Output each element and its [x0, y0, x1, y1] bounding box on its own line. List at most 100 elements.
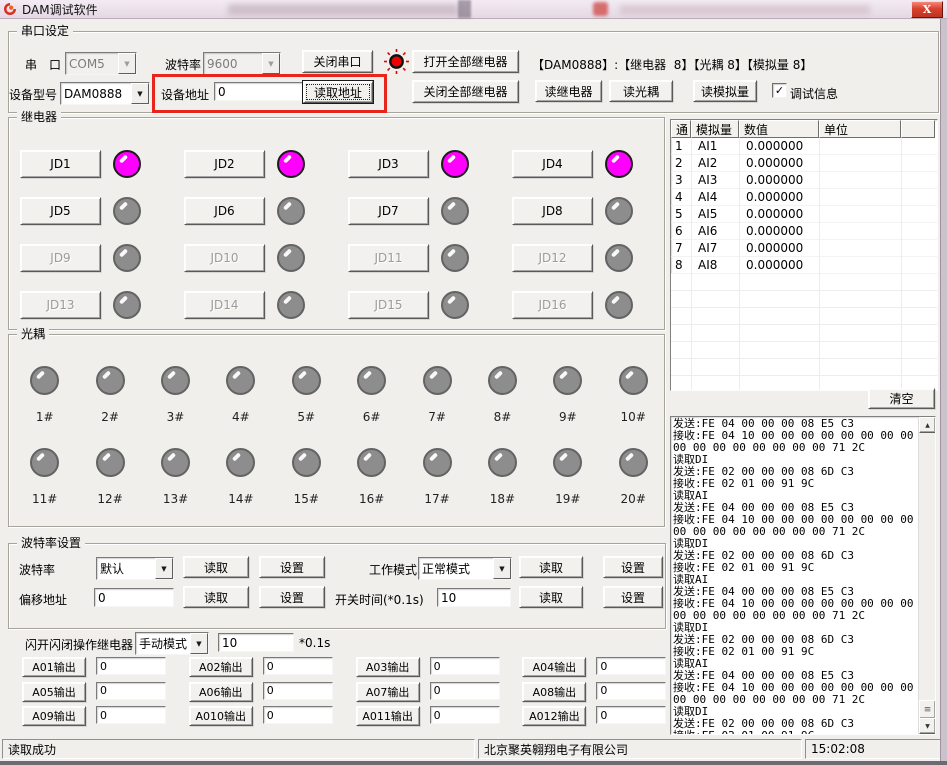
- analog-output-button[interactable]: A01输出: [22, 657, 86, 677]
- cell-value: 0.000000: [739, 173, 819, 187]
- log-scrollbar[interactable]: ▲ ≡ ▼: [918, 417, 935, 734]
- analog-output-input[interactable]: [596, 706, 666, 724]
- analog-output-button[interactable]: A012输出: [522, 706, 586, 726]
- baud-setting-select[interactable]: 默认 ▼: [96, 557, 174, 580]
- log-line: 接收:FE 02 01 00 91 9C: [673, 478, 918, 490]
- relay-button[interactable]: JD7: [348, 197, 429, 225]
- device-model-label: 设备型号: [9, 86, 57, 103]
- open-all-relays-button[interactable]: 打开全部继电器: [412, 50, 519, 73]
- relay-button[interactable]: JD3: [348, 150, 429, 178]
- analog-output-button[interactable]: A09输出: [22, 706, 86, 726]
- analog-output-input[interactable]: [263, 657, 333, 675]
- analog-output-input[interactable]: [263, 682, 333, 700]
- analog-output-button[interactable]: A08输出: [522, 682, 586, 702]
- offset-read-button[interactable]: 读取: [183, 586, 249, 608]
- app-icon: [3, 2, 17, 16]
- relay-button[interactable]: JD12: [512, 244, 593, 272]
- analog-output-button[interactable]: A03输出: [356, 657, 420, 677]
- relay-button[interactable]: JD2: [184, 150, 265, 178]
- header-unit[interactable]: 单位: [819, 120, 901, 138]
- baud-read-button[interactable]: 读取: [183, 556, 249, 578]
- read-relays-button[interactable]: 读继电器: [535, 80, 602, 102]
- relay-button[interactable]: JD9: [20, 244, 101, 272]
- opto-cell: 20#: [601, 448, 666, 530]
- relay-button[interactable]: JD15: [348, 291, 429, 319]
- analog-output-input[interactable]: [596, 682, 666, 700]
- analog-output-button[interactable]: A06输出: [189, 682, 253, 702]
- scrollbar-thumb[interactable]: ≡: [919, 700, 936, 719]
- analog-output-button[interactable]: A05输出: [22, 682, 86, 702]
- switch-time-input[interactable]: [437, 588, 511, 607]
- work-mode-select[interactable]: 正常模式 ▼: [418, 557, 512, 580]
- baud-select[interactable]: 9600 ▼: [203, 52, 281, 75]
- debug-log-box[interactable]: 发送:FE 04 00 00 00 08 E5 C3接收:FE 04 10 00…: [670, 416, 936, 735]
- background-window-artifact: [620, 5, 870, 14]
- analog-output-cell: A09输出: [22, 706, 189, 731]
- read-address-button[interactable]: 读取地址: [303, 81, 373, 103]
- relay-button[interactable]: JD4: [512, 150, 593, 178]
- close-all-relays-button[interactable]: 关闭全部继电器: [412, 80, 519, 103]
- analog-output-input[interactable]: [430, 682, 500, 700]
- relay-button[interactable]: JD14: [184, 291, 265, 319]
- opto-led-indicator: [619, 366, 648, 395]
- analog-output-input[interactable]: [596, 657, 666, 675]
- opto-led-indicator: [488, 366, 517, 395]
- header-analog[interactable]: 模拟量: [691, 120, 739, 138]
- flash-time-input[interactable]: [218, 633, 294, 652]
- analog-output-input[interactable]: [96, 706, 166, 724]
- analog-output-button[interactable]: A07输出: [356, 682, 420, 702]
- offset-address-input[interactable]: [94, 588, 174, 607]
- opto-led-indicator: [96, 366, 125, 395]
- switch-time-read-button[interactable]: 读取: [519, 586, 583, 608]
- cell-channel: 8: [671, 258, 691, 272]
- baud-set-button[interactable]: 设置: [259, 556, 325, 578]
- device-address-input[interactable]: [214, 82, 310, 101]
- analog-output-input[interactable]: [96, 657, 166, 675]
- scroll-down-button[interactable]: ▼: [919, 718, 936, 734]
- analog-output-button[interactable]: A010输出: [189, 706, 253, 726]
- offset-set-button[interactable]: 设置: [259, 586, 325, 608]
- flash-mode-select[interactable]: 手动模式 ▼: [135, 632, 209, 655]
- scroll-up-button[interactable]: ▲: [919, 417, 936, 433]
- work-mode-read-button[interactable]: 读取: [519, 556, 583, 578]
- opto-cell: 1#: [12, 366, 77, 448]
- analog-output-cell: A03输出: [356, 657, 523, 682]
- relay-button[interactable]: JD8: [512, 197, 593, 225]
- relay-button[interactable]: JD16: [512, 291, 593, 319]
- read-analog-button[interactable]: 读模拟量: [693, 80, 757, 102]
- read-opto-button[interactable]: 读光耦: [609, 80, 673, 102]
- relay-button[interactable]: JD11: [348, 244, 429, 272]
- close-serial-button[interactable]: 关闭串口: [302, 50, 373, 73]
- relay-button[interactable]: JD13: [20, 291, 101, 319]
- relay-led-indicator: [605, 197, 633, 225]
- analog-output-button[interactable]: A04输出: [522, 657, 586, 677]
- analog-output-input[interactable]: [430, 706, 500, 724]
- dam-debug-app-window: { "window": { "title": "DAM调试软件" }, "ico…: [0, 0, 947, 765]
- relay-led-indicator: [277, 150, 305, 178]
- com-port-select[interactable]: COM5 ▼: [65, 52, 137, 75]
- relay-button[interactable]: JD5: [20, 197, 101, 225]
- header-extra[interactable]: [901, 120, 935, 138]
- analog-output-cell: A08输出: [522, 682, 689, 707]
- analog-output-input[interactable]: [96, 682, 166, 700]
- device-model-select[interactable]: DAM0888 ▼: [60, 82, 150, 105]
- analog-output-input[interactable]: [430, 657, 500, 675]
- opto-cell: 9#: [535, 366, 600, 448]
- switch-time-set-button[interactable]: 设置: [603, 586, 663, 608]
- analog-output-button[interactable]: A011输出: [356, 706, 420, 726]
- clear-log-button[interactable]: 清空: [868, 388, 935, 409]
- relay-button[interactable]: JD1: [20, 150, 101, 178]
- log-line: 接收:FE 02 01 00 91 9C: [673, 646, 918, 658]
- header-value[interactable]: 数值: [739, 120, 819, 138]
- analog-output-button[interactable]: A02输出: [189, 657, 253, 677]
- header-channel[interactable]: 通: [671, 120, 691, 138]
- relay-button[interactable]: JD6: [184, 197, 265, 225]
- work-mode-set-button[interactable]: 设置: [603, 556, 663, 578]
- opto-cell: 10#: [601, 366, 666, 448]
- close-button[interactable]: X: [911, 1, 943, 18]
- relay-led-indicator: [113, 150, 141, 178]
- titlebar[interactable]: DAM调试软件 X: [0, 0, 947, 19]
- debug-info-checkbox[interactable]: ✓: [772, 83, 787, 98]
- analog-output-input[interactable]: [263, 706, 333, 724]
- relay-button[interactable]: JD10: [184, 244, 265, 272]
